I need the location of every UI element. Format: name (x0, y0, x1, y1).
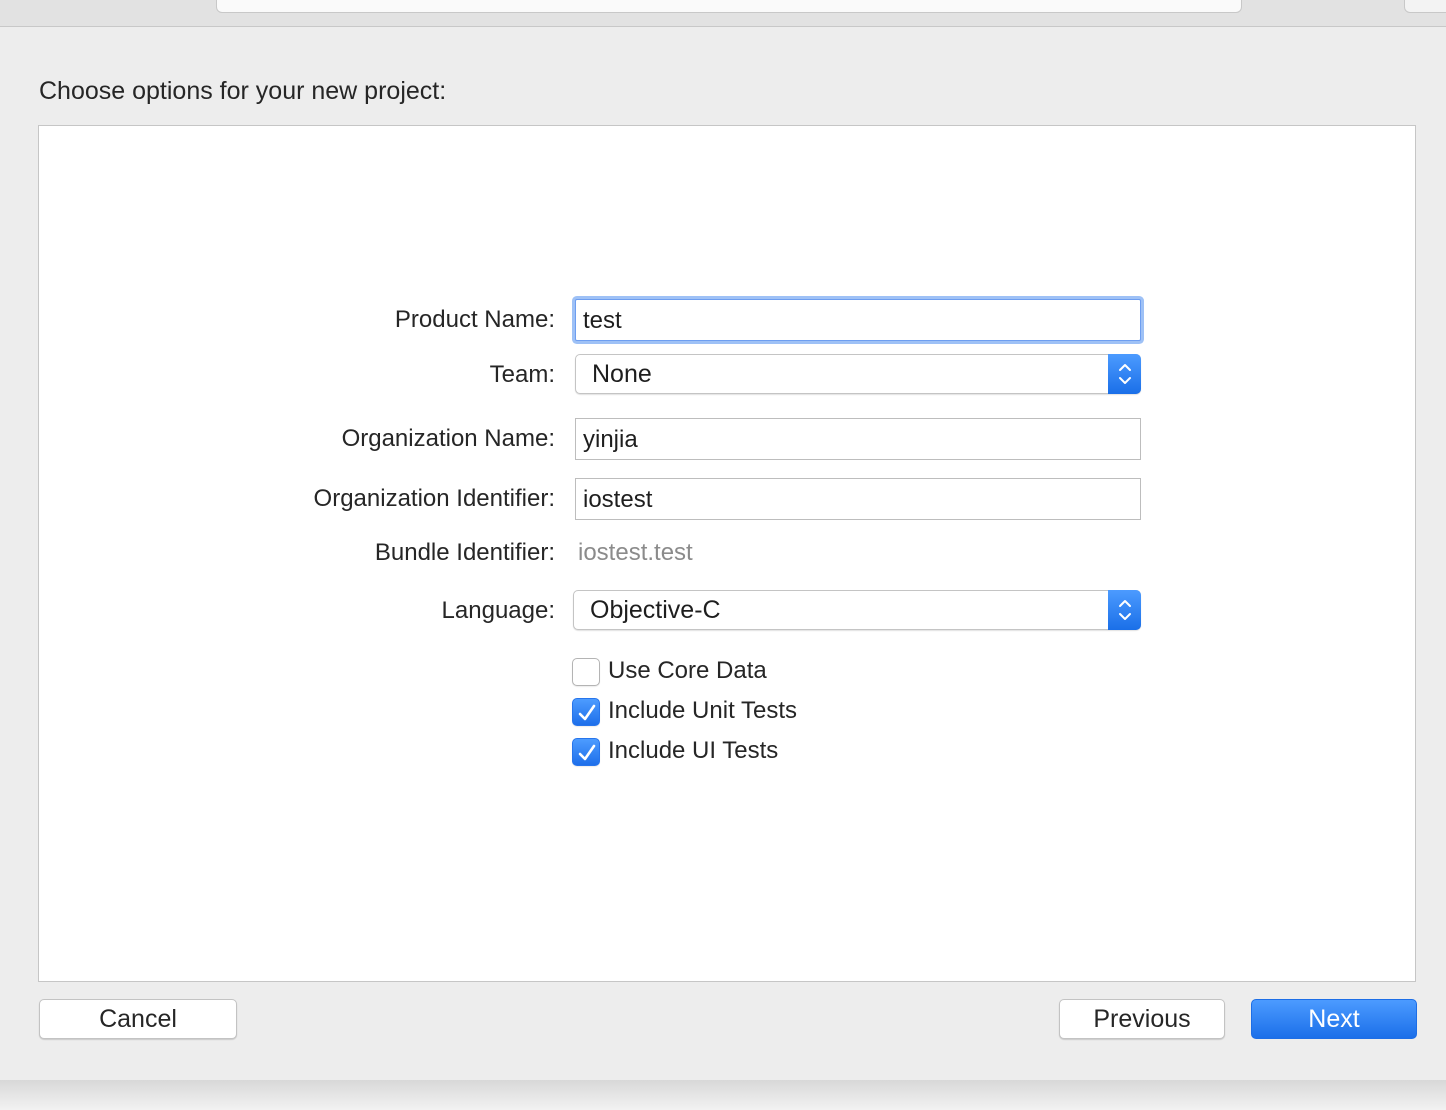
include-ui-tests-label: Include UI Tests (608, 737, 779, 764)
checkmark-icon (578, 704, 596, 721)
bundle-identifier-value: iostest.test (578, 539, 693, 566)
options-panel (38, 125, 1416, 982)
include-unit-tests-label: Include Unit Tests (608, 697, 797, 724)
bundle-identifier-label: Bundle Identifier: (374, 539, 555, 566)
sheet-bottom-edge (0, 1080, 1446, 1110)
language-label: Language: (441, 597, 555, 624)
team-popup-value: None (592, 360, 652, 388)
use-core-data-checkbox[interactable] (572, 658, 600, 686)
include-ui-tests-checkbox[interactable] (572, 738, 600, 766)
checkmark-icon (578, 744, 596, 761)
up-down-chevron-icon[interactable] (1108, 354, 1141, 394)
up-down-chevron-icon[interactable] (1108, 590, 1141, 630)
organization-name-field[interactable]: yinjia (575, 418, 1141, 460)
toolbar-corner-control[interactable] (1404, 0, 1446, 13)
team-popup[interactable]: None (575, 354, 1141, 394)
language-popup[interactable]: Objective-C (573, 590, 1141, 630)
previous-button[interactable]: Previous (1059, 999, 1225, 1039)
product-name-field[interactable]: test (575, 299, 1141, 341)
sheet-heading: Choose options for your new project: (39, 77, 447, 105)
organization-name-label: Organization Name: (341, 425, 555, 452)
team-label: Team: (489, 361, 555, 388)
organization-identifier-label: Organization Identifier: (313, 485, 555, 512)
window-toolbar (0, 0, 1446, 27)
include-unit-tests-checkbox[interactable] (572, 698, 600, 726)
organization-identifier-field[interactable]: iostest (575, 478, 1141, 520)
new-project-sheet: Choose options for your new project: Pro… (0, 27, 1446, 1080)
use-core-data-label: Use Core Data (608, 657, 767, 684)
next-button[interactable]: Next (1251, 999, 1417, 1039)
cancel-button[interactable]: Cancel (39, 999, 237, 1039)
toolbar-status-field (216, 0, 1242, 13)
language-popup-value: Objective-C (590, 596, 721, 624)
product-name-label: Product Name: (394, 306, 555, 333)
